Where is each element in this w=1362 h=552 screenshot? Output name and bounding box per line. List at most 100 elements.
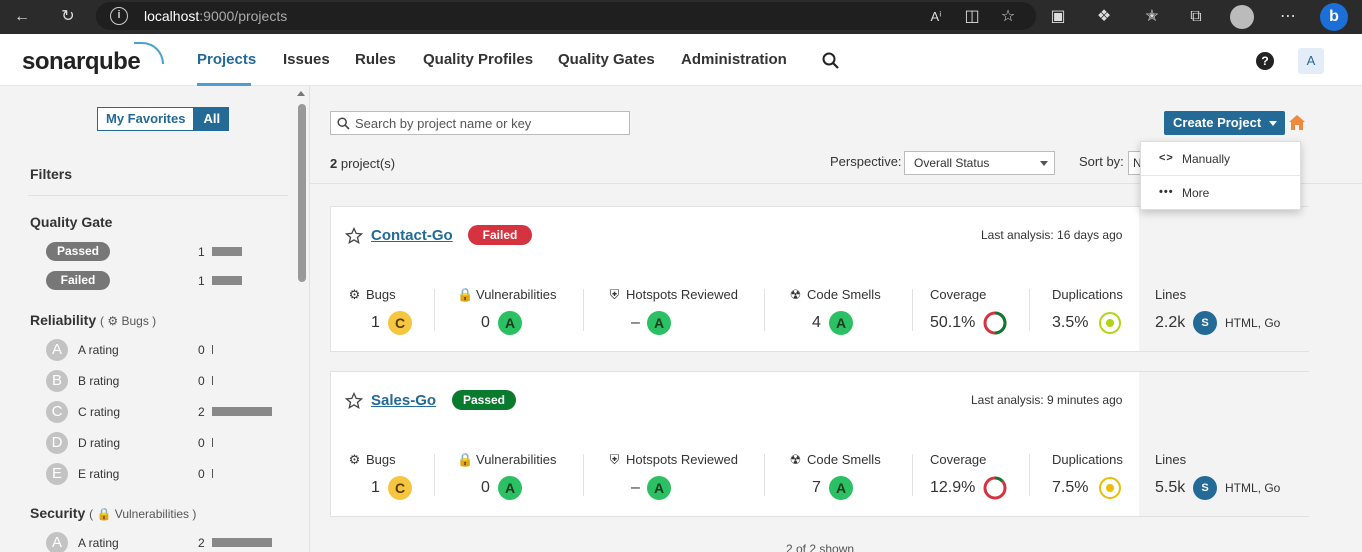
search-icon[interactable] (822, 52, 839, 69)
nav-quality-profiles[interactable]: Quality Profiles (423, 51, 533, 68)
home-icon[interactable] (1287, 113, 1307, 133)
qg-passed-bar (212, 247, 242, 256)
profile-avatar[interactable] (1230, 5, 1254, 29)
create-project-button[interactable]: Create Project (1164, 111, 1286, 135)
rating-label: E rating (78, 467, 120, 481)
split-screen-icon[interactable]: ◫ (960, 5, 984, 29)
qg-failed-bar (212, 276, 242, 285)
reliability-rating-count: 2 (198, 405, 205, 419)
shield-icon: ⛨ (609, 452, 620, 467)
rating-label: B rating (78, 374, 120, 388)
project-count: 2 project(s) (330, 156, 396, 171)
help-icon[interactable]: ? (1256, 52, 1274, 70)
bug-icon: ⚙ (107, 314, 119, 328)
duplications-circle-icon (1098, 311, 1122, 335)
perspective-label: Perspective: (830, 154, 902, 169)
last-analysis: Last analysis: 16 days ago (981, 228, 1123, 242)
rating-grade-badge: B (46, 370, 68, 392)
shield-icon: ⛨ (609, 287, 620, 302)
more-menu-icon[interactable]: ⋯ (1276, 5, 1300, 29)
qg-passed-filter[interactable]: Passed (46, 242, 110, 261)
divider (912, 454, 913, 496)
star-icon[interactable] (345, 392, 363, 410)
rating-label: D rating (78, 436, 121, 450)
bing-icon[interactable]: b (1320, 3, 1348, 31)
filters-sidebar: My Favorites All Filters Quality Gate Pa… (0, 86, 310, 552)
scroll-up-arrow[interactable] (297, 91, 305, 96)
favorites-icon[interactable]: ✭ (1140, 5, 1164, 29)
collections-icon[interactable]: ⧉ (1184, 5, 1208, 29)
read-aloud-icon[interactable]: Aⁱ (924, 5, 948, 29)
reliability-facet-title[interactable]: Reliability ( ⚙ Bugs ) (30, 312, 156, 328)
code-smells-rating: A (829, 476, 853, 500)
my-favorites-button[interactable]: My Favorites (97, 107, 195, 131)
divider (1029, 289, 1030, 331)
star-icon[interactable] (345, 227, 363, 245)
reliability-rating-count: 0 (198, 374, 205, 388)
search-icon (337, 117, 350, 130)
qg-failed-count: 1 (198, 274, 205, 288)
rating-grade-badge: E (46, 463, 68, 485)
project-search-input[interactable] (355, 114, 625, 132)
security-rating-bar (212, 538, 272, 547)
menu-item-more[interactable]: ••• More (1141, 176, 1300, 209)
nav-issues[interactable]: Issues (283, 51, 330, 68)
language-badge: S (1193, 311, 1217, 335)
back-arrow-icon[interactable]: ← (10, 5, 34, 29)
qg-passed-count: 1 (198, 245, 205, 259)
nav-administration[interactable]: Administration (681, 51, 787, 68)
screenshot-icon[interactable]: ▣ (1046, 5, 1070, 29)
reliability-rating-count: 0 (198, 343, 205, 357)
extensions-icon[interactable]: ❖ (1092, 5, 1116, 29)
more-dots-icon: ••• (1159, 186, 1174, 198)
divider (764, 289, 765, 331)
hotspots-rating: A (647, 311, 671, 335)
project-name-link[interactable]: Sales-Go (371, 392, 436, 409)
address-bar[interactable]: i localhost:9000/projects (96, 2, 1036, 30)
reliability-rating-bar (212, 407, 272, 416)
menu-item-manually[interactable]: <> Manually (1141, 142, 1300, 175)
code-smells-rating: A (829, 311, 853, 335)
reliability-rating-bar (212, 376, 213, 385)
user-avatar[interactable]: A (1298, 48, 1324, 74)
security-facet-title[interactable]: Security ( 🔒 Vulnerabilities ) (30, 505, 196, 521)
lock-icon: 🔒 (457, 287, 474, 302)
all-button[interactable]: All (194, 107, 230, 131)
quality-gate-facet-title[interactable]: Quality Gate (30, 214, 112, 230)
reliability-rating-bar (212, 469, 213, 478)
divider (912, 289, 913, 331)
sidebar-scrollbar[interactable] (298, 104, 306, 282)
project-name-link[interactable]: Contact-Go (371, 227, 453, 244)
nav-rules[interactable]: Rules (355, 51, 396, 68)
qg-failed-filter[interactable]: Failed (46, 271, 110, 290)
divider (583, 454, 584, 496)
project-card: Contact-Go Failed Last analysis: 16 days a… (330, 206, 1309, 352)
bug-icon: ⚙ (348, 287, 361, 302)
project-card: Sales-Go Passed Last analysis: 9 minutes a… (330, 371, 1309, 517)
coverage-donut-icon (983, 311, 1007, 335)
projects-main: 2 project(s) Create Project Perspective:… (310, 86, 1362, 552)
reliability-rating-bar (212, 438, 213, 447)
vulnerabilities-rating: A (498, 476, 522, 500)
languages: HTML, Go (1225, 316, 1281, 330)
bug-icon: ⚙ (348, 452, 361, 467)
reliability-rating-count: 0 (198, 467, 205, 481)
languages: HTML, Go (1225, 481, 1281, 495)
create-project-menu: <> Manually ••• More (1140, 141, 1301, 210)
divider (28, 195, 288, 196)
url-text: localhost:9000/projects (144, 8, 288, 24)
perspective-select[interactable]: Overall Status (904, 151, 1055, 175)
nav-projects[interactable]: Projects (197, 51, 256, 68)
code-smell-icon: ☢ (789, 287, 802, 302)
add-favorite-icon[interactable]: ☆ (996, 5, 1020, 29)
coverage-donut-icon (983, 476, 1007, 500)
nav-quality-gates[interactable]: Quality Gates (558, 51, 655, 68)
code-icon: <> (1159, 152, 1174, 164)
sonarqube-logo[interactable]: sonarqube (22, 42, 164, 76)
site-info-icon[interactable]: i (110, 7, 128, 25)
refresh-icon[interactable]: ↻ (56, 5, 80, 29)
rating-grade-badge: A (46, 339, 68, 361)
project-search[interactable] (330, 111, 630, 135)
lock-icon: 🔒 (457, 452, 474, 467)
shown-count: 2 of 2 shown (786, 542, 855, 552)
